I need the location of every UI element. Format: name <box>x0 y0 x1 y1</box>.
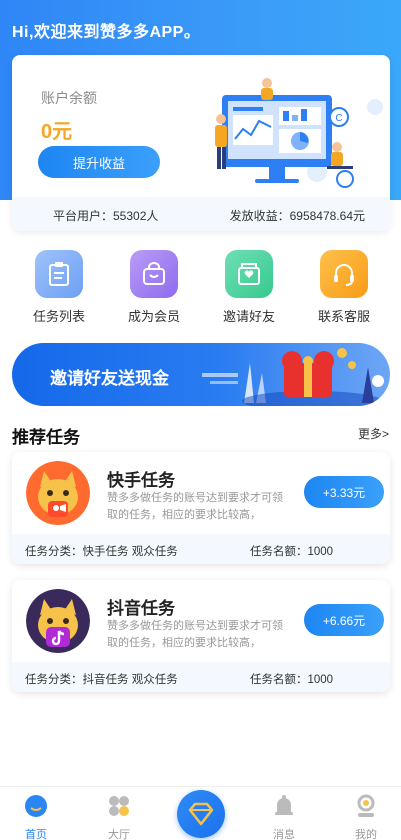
task-quota: 任务名额：1000 <box>250 546 334 558</box>
gift-box-illustration-icon <box>202 348 384 406</box>
quick-action-label: 邀请好友 <box>222 309 275 324</box>
task-footer: 任务分类：快手任务 观众任务 任务名额：1000 <box>12 534 390 564</box>
task-name: 抖音任务 <box>107 599 175 618</box>
quick-action-label: 任务列表 <box>32 309 85 324</box>
balance-card: 账户余额 0元 提升收益 C 平台用户：55302人 发放收益：6958478.… <box>12 55 390 231</box>
balance-label: 账户余额 <box>41 90 97 106</box>
tab-label: 我的 <box>355 829 377 840</box>
tab-hall[interactable]: 大厅 <box>89 787 149 840</box>
greeting-text: Hi,欢迎来到赞多多APP。 <box>12 24 201 41</box>
heart-envelope-icon <box>225 250 273 298</box>
tab-messages[interactable]: 消息 <box>254 787 314 840</box>
clipboard-icon <box>35 250 83 298</box>
douyin-cat-icon <box>26 589 90 653</box>
svg-text:C: C <box>335 113 342 124</box>
headset-icon <box>320 250 368 298</box>
tab-label: 首页 <box>25 829 47 840</box>
tab-mine[interactable]: 我的 <box>336 787 396 840</box>
quick-action-task-list[interactable]: 任务列表 <box>19 250 99 325</box>
task-card-kuaishou[interactable]: 快手任务 赞多多做任务的账号达到要求才可领取的任务，相应的要求比较高， +3.3… <box>12 452 390 564</box>
bell-icon <box>275 795 293 815</box>
task-reward-button[interactable]: +3.33元 <box>304 476 384 508</box>
home-icon <box>25 795 47 817</box>
upgrade-earnings-button[interactable]: 提升收益 <box>38 146 160 178</box>
quick-action-invite-friends[interactable]: 邀请好友 <box>209 250 289 325</box>
quick-action-contact-support[interactable]: 联系客服 <box>304 250 384 325</box>
shopping-bag-icon <box>130 250 178 298</box>
balance-value: 0元 <box>41 121 73 143</box>
kuaishou-cat-icon <box>26 461 90 525</box>
task-description: 赞多多做任务的账号达到要求才可领取的任务，相应的要求比较高， <box>107 492 283 521</box>
invite-friends-banner[interactable]: 邀请好友送现金 <box>12 343 390 406</box>
task-quota: 任务名额：1000 <box>250 674 334 686</box>
dashboard-illustration-icon: C <box>215 78 383 188</box>
task-footer: 任务分类：抖音任务 观众任务 任务名额：1000 <box>12 662 390 692</box>
banner-text: 邀请好友送现金 <box>50 369 169 388</box>
more-tasks-link[interactable]: 更多> <box>358 425 389 442</box>
quick-action-label: 联系客服 <box>317 309 370 324</box>
quick-action-label: 成为会员 <box>127 309 180 324</box>
task-name: 快手任务 <box>107 471 175 490</box>
tab-label: 大厅 <box>108 829 130 840</box>
platform-users-stat: 平台用户：55302人 <box>53 209 159 223</box>
grid-dots-icon <box>109 796 129 816</box>
task-reward-button[interactable]: +6.66元 <box>304 604 384 636</box>
section-title: 推荐任务 <box>12 428 80 447</box>
user-profile-icon <box>357 794 375 817</box>
tab-home[interactable]: 首页 <box>6 787 66 840</box>
paid-out-stat: 发放收益：6958478.64元 <box>229 209 365 223</box>
center-diamond-button[interactable] <box>177 790 225 838</box>
task-category: 任务分类：快手任务 观众任务 <box>25 546 178 558</box>
task-card-douyin[interactable]: 抖音任务 赞多多做任务的账号达到要求才可领取的任务，相应的要求比较高， +6.6… <box>12 580 390 692</box>
diamond-icon <box>188 802 214 826</box>
quick-action-become-member[interactable]: 成为会员 <box>114 250 194 325</box>
task-description: 赞多多做任务的账号达到要求才可领取的任务，相应的要求比较高， <box>107 620 283 649</box>
task-category: 任务分类：抖音任务 观众任务 <box>25 674 178 686</box>
balance-stats-bar: 平台用户：55302人 发放收益：6958478.64元 <box>12 197 390 231</box>
tab-label: 消息 <box>273 829 295 840</box>
